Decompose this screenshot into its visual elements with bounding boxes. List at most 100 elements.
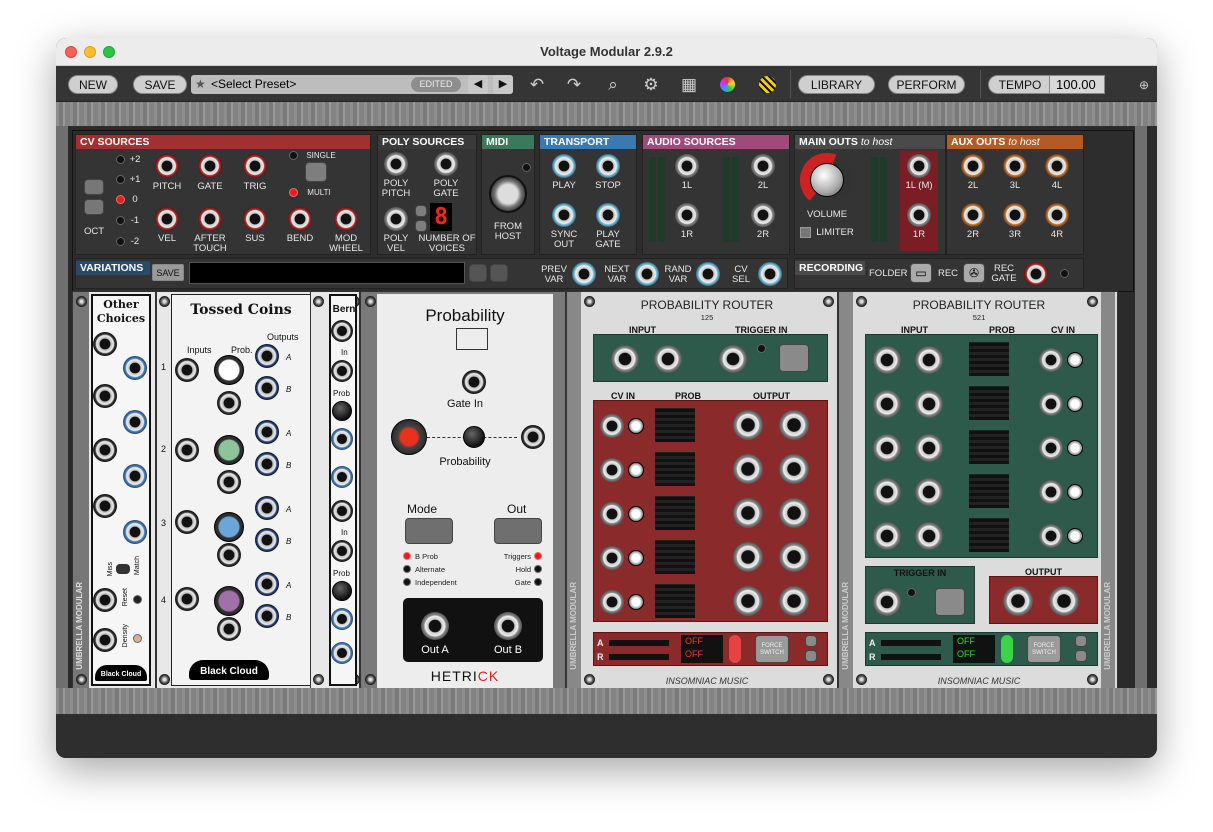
output-a-jack[interactable]	[1003, 586, 1033, 616]
output-jack[interactable]	[123, 356, 147, 380]
prob-knob-1[interactable]	[214, 355, 244, 385]
bend-jack[interactable]	[288, 207, 312, 231]
audio-1l-jack[interactable]	[675, 154, 699, 178]
output-jack[interactable]	[123, 410, 147, 434]
cv-in-jack-4[interactable]	[600, 546, 624, 570]
voices-up-arrow-icon[interactable]	[415, 205, 427, 217]
router-input-jack[interactable]	[654, 345, 682, 373]
aux-2r-jack[interactable]	[961, 203, 985, 227]
volume-knob[interactable]	[810, 163, 844, 197]
new-button[interactable]: NEW	[68, 75, 118, 94]
save-button[interactable]: SAVE	[133, 75, 187, 94]
bern-output-jack[interactable]	[331, 642, 353, 664]
prob-slider-4[interactable]	[969, 474, 1009, 508]
router-input-jack-2a[interactable]	[873, 390, 901, 418]
out-button[interactable]	[494, 518, 542, 544]
output-b-jack-5[interactable]	[779, 586, 809, 616]
record-reel-icon[interactable]: ✇	[963, 263, 985, 283]
trigger-in-jack[interactable]	[873, 588, 901, 616]
aux-3r-jack[interactable]	[1003, 203, 1027, 227]
trigger-button[interactable]	[779, 344, 809, 372]
output-jack-3a[interactable]	[255, 496, 279, 520]
tempo-input[interactable]: 100.00	[1049, 75, 1105, 94]
router-input-jack[interactable]	[611, 345, 639, 373]
output-b-jack-2[interactable]	[779, 454, 809, 484]
variation-name-field[interactable]	[189, 262, 465, 284]
prob-slider-2[interactable]	[655, 452, 695, 486]
output-jack-3b[interactable]	[255, 528, 279, 552]
output-jack-1b[interactable]	[255, 376, 279, 400]
gear-icon[interactable]: ⚙	[639, 74, 663, 96]
variations-save-button[interactable]: SAVE	[152, 264, 184, 281]
prev-var-jack[interactable]	[572, 262, 596, 286]
oct-up-arrow-icon[interactable]	[84, 179, 104, 195]
cv-in-jack-3[interactable]	[1039, 436, 1063, 460]
rand-var-jack[interactable]	[696, 262, 720, 286]
limiter-checkbox[interactable]	[800, 227, 811, 238]
prob-slider-1[interactable]	[655, 408, 695, 442]
output-jack-2a[interactable]	[255, 420, 279, 444]
poly-gate-jack[interactable]	[434, 152, 458, 176]
next-var-jack[interactable]	[635, 262, 659, 286]
output-jack-4b[interactable]	[255, 604, 279, 628]
bern-prob-knob[interactable]	[332, 581, 352, 601]
prob-knob-3[interactable]	[214, 512, 244, 542]
aux-2l-jack[interactable]	[961, 154, 985, 178]
bern-jack[interactable]	[331, 500, 353, 522]
aux-4l-jack[interactable]	[1045, 154, 1069, 178]
cv-atten-knob-4[interactable]	[1067, 484, 1083, 500]
tempo-button[interactable]: TEMPO	[988, 75, 1052, 94]
prob-slider-5[interactable]	[969, 518, 1009, 552]
play-gate-jack[interactable]	[596, 203, 620, 227]
cv-atten-knob-2[interactable]	[1067, 396, 1083, 412]
sync-out-jack[interactable]	[552, 203, 576, 227]
input-jack-1[interactable]	[175, 358, 199, 382]
cv-sel-jack[interactable]	[758, 262, 782, 286]
cv-in-jack-1[interactable]	[1039, 348, 1063, 372]
router-input-jack-1b[interactable]	[915, 346, 943, 374]
bern-prob-knob[interactable]	[332, 401, 352, 421]
out-b-jack[interactable]	[494, 612, 522, 640]
cv-atten-knob-5[interactable]	[1067, 528, 1083, 544]
up-arrow-icon[interactable]	[1075, 635, 1087, 647]
poly-vel-jack[interactable]	[384, 207, 408, 231]
mod-wheel-jack[interactable]	[334, 207, 358, 231]
preset-selector[interactable]: ★ <Select Preset>	[191, 75, 513, 94]
input-jack[interactable]	[93, 438, 117, 462]
link-toggle[interactable]	[1001, 635, 1013, 663]
output-a-jack-5[interactable]	[733, 586, 763, 616]
down-arrow-icon[interactable]	[1075, 650, 1087, 662]
force-switch-button[interactable]: FORCE SWITCH	[755, 635, 789, 663]
output-a-jack-2[interactable]	[733, 454, 763, 484]
cv-in-jack-4[interactable]	[1039, 480, 1063, 504]
variation-next-arrow-icon[interactable]	[490, 264, 508, 282]
router-input-jack-5a[interactable]	[873, 522, 901, 550]
prob-cv-jack-2[interactable]	[217, 470, 241, 494]
hazard-icon[interactable]	[755, 74, 779, 96]
router-input-jack-5b[interactable]	[915, 522, 943, 550]
main-out-1r-jack[interactable]	[907, 203, 931, 227]
input-jack-3[interactable]	[175, 510, 199, 534]
input-jack[interactable]	[93, 332, 117, 356]
pitch-jack[interactable]	[155, 154, 179, 178]
force-switch-button[interactable]: FORCE SWITCH	[1027, 635, 1061, 663]
reset-jack[interactable]	[93, 588, 117, 612]
cv-atten-knob-2[interactable]	[628, 462, 644, 478]
audio-2r-jack[interactable]	[751, 203, 775, 227]
trigger-in-jack[interactable]	[719, 345, 747, 373]
mode-button[interactable]	[405, 518, 453, 544]
prob-cv-jack-3[interactable]	[217, 543, 241, 567]
router-input-jack-3a[interactable]	[873, 434, 901, 462]
output-a-jack-3[interactable]	[733, 498, 763, 528]
output-jack[interactable]	[123, 520, 147, 544]
trig-jack[interactable]	[243, 154, 267, 178]
router-input-jack-2b[interactable]	[915, 390, 943, 418]
cv-in-jack-5[interactable]	[600, 590, 624, 614]
output-a-jack-4[interactable]	[733, 542, 763, 572]
gate-jack[interactable]	[198, 154, 222, 178]
output-b-jack-1[interactable]	[779, 410, 809, 440]
cv-atten-knob-1[interactable]	[628, 418, 644, 434]
perform-button[interactable]: PERFORM	[888, 75, 965, 94]
add-icon[interactable]: ⊕	[1132, 74, 1156, 96]
output-jack-2b[interactable]	[255, 452, 279, 476]
